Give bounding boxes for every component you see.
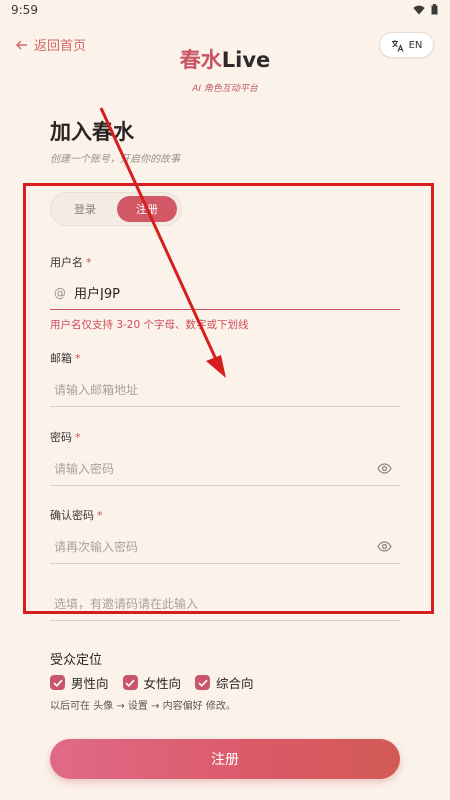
required-mark: * [75,431,81,444]
username-label: 用户名 * [50,254,92,270]
system-icons [413,4,438,15]
password-label: 密码 * [50,429,81,445]
required-mark: * [97,509,103,522]
brand-tagline: AI 角色互动平台 [192,84,258,94]
email-field [50,373,400,407]
username-label-text: 用户名 [50,256,83,269]
checkbox-checked-icon[interactable] [50,675,65,690]
email-input[interactable] [50,382,400,397]
audience-option-label: 综合向 [216,676,254,691]
register-submit-button[interactable]: 注册 [50,739,400,779]
auth-tab-switch: 登录 注册 [50,192,182,226]
email-label-text: 邮箱 [50,352,72,365]
confirm-password-input[interactable] [50,539,400,554]
status-time: 9:59 [11,3,38,17]
checkbox-checked-icon[interactable] [195,675,211,690]
confirm-password-field [50,530,400,564]
confirm-password-label: 确认密码 * [50,507,103,523]
confirm-password-label-text: 确认密码 [50,509,94,522]
page-title: 加入春水 [50,120,134,144]
audience-options: 男性向 女性向 综合向 [50,673,254,692]
password-field [50,452,400,486]
audience-option-label: 男性向 [71,676,109,691]
audience-hint: 以后可在 头像 → 设置 → 内容偏好 修改。 [50,701,236,712]
page-subtitle: 创建一个账号，开启你的故事 [50,154,180,165]
brand-name-en: Live [221,48,271,72]
username-field: @ [50,276,400,310]
username-input[interactable] [66,285,400,300]
password-label-text: 密码 [50,431,72,444]
invite-code-input[interactable] [50,596,400,611]
tab-register[interactable]: 注册 [117,196,177,222]
invite-code-field [50,587,400,621]
audience-option-general[interactable]: 综合向 [195,673,254,692]
username-error-message: 用户名仅支持 3-20 个字母、数字或下划线 [50,319,249,331]
checkmark-icon [52,679,63,687]
audience-option-female[interactable]: 女性向 [122,673,182,692]
brand-logo: 春水Live [0,44,450,74]
checkbox-checked-icon[interactable] [122,675,138,690]
tab-login[interactable]: 登录 [55,196,115,222]
password-input[interactable] [50,461,400,476]
required-mark: * [75,352,81,365]
audience-label: 受众定位 [50,653,103,668]
at-prefix-icon: @ [54,285,66,300]
status-bar: 9:59 [0,0,450,22]
checkmark-icon [197,679,208,687]
eye-icon[interactable] [377,461,392,476]
audience-option-label: 女性向 [143,676,182,691]
battery-icon [431,4,438,15]
email-label: 邮箱 * [50,350,81,366]
wifi-icon [413,5,425,14]
brand-name-cn: 春水 [179,48,222,72]
audience-option-male[interactable]: 男性向 [50,673,109,692]
checkmark-icon [125,679,135,687]
eye-icon[interactable] [377,539,392,554]
required-mark: * [86,256,92,269]
